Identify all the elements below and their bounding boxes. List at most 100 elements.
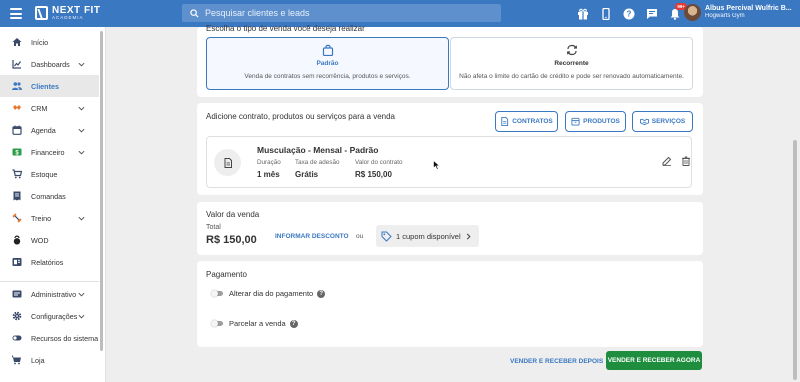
search-input[interactable] (205, 8, 485, 18)
sidebar-item-crm[interactable]: CRM (0, 97, 99, 119)
servicos-button-label: SERVIÇOS (651, 118, 686, 125)
servicos-button[interactable]: SERVIÇOS (632, 111, 693, 132)
money-icon: $ (12, 147, 22, 157)
sidebar-item-label: Clientes (31, 81, 59, 91)
informar-desconto-button[interactable]: INFORMAR DESCONTO (275, 233, 349, 240)
sidebar-item-clientes[interactable]: Clientes (0, 75, 99, 97)
chevron-down-icon (78, 106, 85, 111)
valor-value: R$ 150,00 (355, 170, 392, 179)
bell-icon[interactable]: 99+ (668, 3, 687, 20)
chevron-down-icon (78, 150, 85, 155)
calendar-icon (12, 125, 22, 135)
sidebar-scrollbar[interactable] (100, 31, 103, 351)
chevron-down-icon (78, 314, 85, 319)
sale-type-padrao-desc: Venda de contratos sem recorrência, prod… (244, 73, 411, 80)
sidebar-item-administrativo[interactable]: Administrativo (0, 283, 99, 305)
dumbbell-icon (12, 213, 22, 223)
valor-label: Valor do contrato (355, 159, 403, 166)
logo[interactable]: NEXT FIT ACADEMIA (35, 6, 100, 21)
sidebar-item-loja[interactable]: Loja (0, 349, 99, 371)
user-menu[interactable]: Albus Percival Wulfric B... Hogwarts Gym (684, 4, 792, 21)
crm-icon (12, 103, 22, 113)
vender-receber-depois-button[interactable]: VENDER E RECEBER DEPOIS (510, 358, 603, 365)
total-value: R$ 150,00 (206, 234, 257, 246)
sidebar-item-label: Configurações (31, 311, 78, 321)
sidebar-item-wod[interactable]: WOD (0, 229, 99, 251)
sidebar-item-estoque[interactable]: Estoque (0, 163, 99, 185)
sidebar-item-dashboards[interactable]: Dashboards (0, 53, 99, 75)
kettlebell-icon (12, 235, 22, 245)
sidebar-item-financeiro[interactable]: $ Financeiro (0, 141, 99, 163)
contract-item-icon (214, 149, 241, 176)
logo-mark (35, 6, 48, 21)
document-icon (501, 117, 509, 126)
parcelar-label: Parcelar a venda (229, 319, 286, 328)
store-icon (12, 355, 22, 365)
sidebar-item-label: Comandas (31, 191, 66, 201)
mobile-icon[interactable] (599, 7, 612, 20)
sale-type-padrao[interactable]: Padrão Venda de contratos sem recorrênci… (206, 37, 449, 90)
chat-icon[interactable] (645, 7, 658, 20)
taxa-label: Taxa de adesão (295, 159, 340, 166)
coupon-button[interactable]: 1 cupom disponível (376, 225, 479, 247)
sale-type-card: Escolha o tipo de venda você deseja real… (197, 24, 703, 97)
mouse-cursor-icon (433, 160, 441, 170)
sale-type-recorrente-desc: Não afeta o limite do cartão de crédito … (459, 73, 684, 80)
sidebar-item-label: Relatórios (31, 257, 64, 267)
sidebar-item-treino[interactable]: Treino (0, 207, 99, 229)
alterar-dia-toggle[interactable] (211, 289, 223, 297)
cart-icon (12, 169, 22, 179)
items-section-title: Adicione contrato, produtos ou serviços … (206, 112, 396, 121)
sidebar-item-comandas[interactable]: Comandas (0, 185, 99, 207)
sidebar-item-label: Recursos do sistema (31, 333, 99, 343)
avatar[interactable] (684, 4, 701, 21)
edit-icon[interactable] (662, 156, 673, 167)
document-icon (224, 157, 232, 168)
alterar-dia-label: Alterar dia do pagamento (229, 289, 314, 298)
total-label: Total (206, 224, 221, 231)
sidebar-item-label: Administrativo (31, 289, 77, 299)
sidebar: Início Dashboards Clientes CRM Agenda $ … (0, 27, 106, 382)
produtos-button-label: PRODUTOS (583, 118, 620, 125)
sidebar-item-recursos[interactable]: Recursos do sistema (0, 327, 99, 349)
contratos-button[interactable]: CONTRATOS (495, 111, 558, 132)
menu-icon[interactable] (10, 8, 22, 19)
search-icon (190, 8, 199, 18)
trash-icon[interactable] (681, 156, 692, 167)
gift-icon[interactable] (576, 7, 589, 20)
parcelar-toggle-row[interactable]: Parcelar a venda ? (211, 319, 298, 328)
payment-card: Pagamento Alterar dia do pagamento ? Par… (197, 261, 703, 347)
sale-type-recorrente[interactable]: Recorrente Não afeta o limite do cartão … (450, 37, 693, 90)
chevron-down-icon (78, 292, 85, 297)
box-icon (571, 117, 580, 126)
main-scrollbar[interactable] (793, 140, 797, 380)
taxa-value: Grátis (295, 170, 319, 179)
receipt-icon (12, 191, 22, 201)
sidebar-item-agenda[interactable]: Agenda (0, 119, 99, 141)
alterar-dia-toggle-row[interactable]: Alterar dia do pagamento ? (211, 289, 326, 298)
help-icon[interactable]: ? (289, 319, 298, 328)
home-icon (12, 37, 22, 47)
chevron-down-icon (78, 128, 85, 133)
sidebar-item-relatorios[interactable]: Relatórios (0, 251, 99, 273)
vender-receber-agora-button[interactable]: VENDER E RECEBER AGORA (606, 351, 702, 370)
payment-title: Pagamento (206, 270, 247, 279)
search-bar[interactable] (182, 4, 501, 22)
parcelar-toggle[interactable] (211, 319, 223, 327)
produtos-button[interactable]: PRODUTOS (565, 111, 626, 132)
sidebar-item-configuracoes[interactable]: Configurações (0, 305, 99, 327)
chevron-down-icon (78, 216, 85, 221)
toggle-icon (12, 333, 22, 343)
sidebar-item-label: Financeiro (31, 147, 65, 157)
help-icon[interactable]: ? (317, 289, 326, 298)
user-name: Albus Percival Wulfric B... (705, 5, 792, 13)
contratos-button-label: CONTRATOS (512, 118, 553, 125)
help-icon[interactable]: ? (622, 7, 635, 20)
top-bar: NEXT FIT ACADEMIA ? 99+ Albus Percival W… (0, 0, 800, 27)
sidebar-item-inicio[interactable]: Início (0, 31, 99, 53)
users-icon (12, 81, 22, 91)
sidebar-item-label: Dashboards (31, 59, 70, 69)
sidebar-divider (0, 281, 99, 282)
sale-type-recorrente-title: Recorrente (554, 60, 589, 67)
sidebar-item-label: Loja (31, 355, 45, 365)
